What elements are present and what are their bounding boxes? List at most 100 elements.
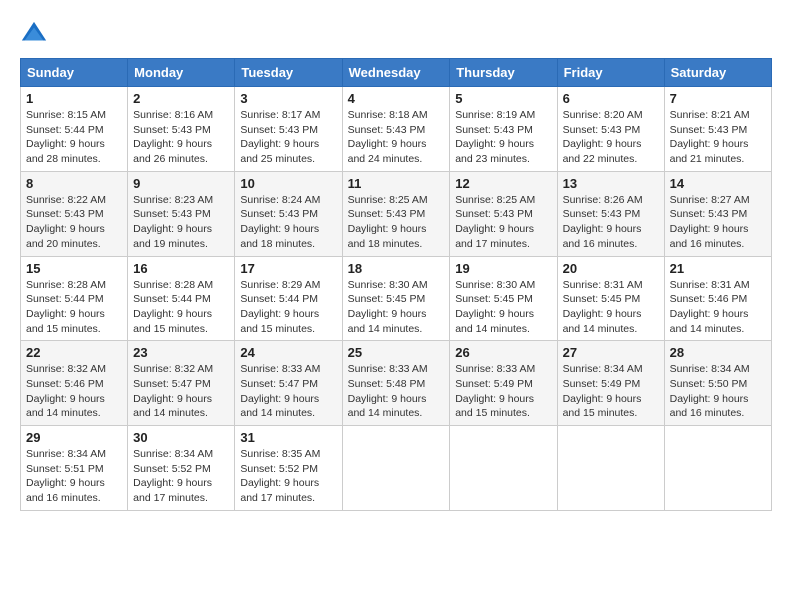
- sunrise-label: Sunrise:: [455, 363, 494, 375]
- sunrise-label: Sunrise:: [133, 279, 172, 291]
- day-detail: Sunrise: 8:25 AM Sunset: 5:43 PM Dayligh…: [455, 193, 551, 252]
- sunset-label: Sunset:: [240, 293, 276, 305]
- sunrise-label: Sunrise:: [455, 194, 494, 206]
- weekday-header-saturday: Saturday: [664, 59, 771, 87]
- calendar-cell: 5 Sunrise: 8:19 AM Sunset: 5:43 PM Dayli…: [450, 87, 557, 172]
- sunrise-label: Sunrise:: [26, 363, 65, 375]
- sunset-label: Sunset:: [240, 208, 276, 220]
- sunrise-label: Sunrise:: [670, 109, 709, 121]
- sunrise-label: Sunrise:: [133, 363, 172, 375]
- daylight-label: Daylight:: [670, 223, 714, 235]
- sunset-label: Sunset:: [455, 378, 491, 390]
- sunset-label: Sunset:: [26, 293, 62, 305]
- sunrise-label: Sunrise:: [455, 109, 494, 121]
- sunrise-label: Sunrise:: [26, 279, 65, 291]
- day-detail: Sunrise: 8:28 AM Sunset: 5:44 PM Dayligh…: [26, 278, 122, 337]
- sunrise-label: Sunrise:: [133, 109, 172, 121]
- day-detail: Sunrise: 8:34 AM Sunset: 5:51 PM Dayligh…: [26, 447, 122, 506]
- day-number: 21: [670, 261, 766, 276]
- weekday-header-wednesday: Wednesday: [342, 59, 450, 87]
- calendar-cell: [557, 426, 664, 511]
- sunrise-label: Sunrise:: [26, 109, 65, 121]
- day-number: 31: [240, 430, 336, 445]
- sunrise-label: Sunrise:: [563, 279, 602, 291]
- weekday-header-thursday: Thursday: [450, 59, 557, 87]
- sunset-label: Sunset:: [670, 378, 706, 390]
- daylight-label: Daylight:: [133, 223, 177, 235]
- daylight-label: Daylight:: [348, 393, 392, 405]
- day-number: 19: [455, 261, 551, 276]
- day-detail: Sunrise: 8:32 AM Sunset: 5:46 PM Dayligh…: [26, 362, 122, 421]
- day-detail: Sunrise: 8:32 AM Sunset: 5:47 PM Dayligh…: [133, 362, 229, 421]
- sunrise-label: Sunrise:: [26, 448, 65, 460]
- calendar-cell: 20 Sunrise: 8:31 AM Sunset: 5:45 PM Dayl…: [557, 256, 664, 341]
- daylight-label: Daylight:: [670, 138, 714, 150]
- weekday-header-friday: Friday: [557, 59, 664, 87]
- sunrise-label: Sunrise:: [563, 363, 602, 375]
- day-number: 1: [26, 91, 122, 106]
- calendar-cell: 13 Sunrise: 8:26 AM Sunset: 5:43 PM Dayl…: [557, 171, 664, 256]
- day-detail: Sunrise: 8:35 AM Sunset: 5:52 PM Dayligh…: [240, 447, 336, 506]
- calendar-cell: 22 Sunrise: 8:32 AM Sunset: 5:46 PM Dayl…: [21, 341, 128, 426]
- sunset-label: Sunset:: [670, 124, 706, 136]
- day-number: 26: [455, 345, 551, 360]
- sunset-label: Sunset:: [348, 208, 384, 220]
- day-number: 22: [26, 345, 122, 360]
- daylight-label: Daylight:: [26, 223, 70, 235]
- sunrise-label: Sunrise:: [670, 194, 709, 206]
- day-detail: Sunrise: 8:31 AM Sunset: 5:45 PM Dayligh…: [563, 278, 659, 337]
- day-number: 24: [240, 345, 336, 360]
- calendar-cell: 26 Sunrise: 8:33 AM Sunset: 5:49 PM Dayl…: [450, 341, 557, 426]
- day-number: 9: [133, 176, 229, 191]
- sunset-label: Sunset:: [348, 378, 384, 390]
- sunset-label: Sunset:: [455, 293, 491, 305]
- day-detail: Sunrise: 8:33 AM Sunset: 5:48 PM Dayligh…: [348, 362, 445, 421]
- daylight-label: Daylight:: [240, 138, 284, 150]
- week-row-2: 8 Sunrise: 8:22 AM Sunset: 5:43 PM Dayli…: [21, 171, 772, 256]
- sunset-label: Sunset:: [240, 463, 276, 475]
- calendar-cell: 8 Sunrise: 8:22 AM Sunset: 5:43 PM Dayli…: [21, 171, 128, 256]
- daylight-label: Daylight:: [240, 393, 284, 405]
- sunrise-label: Sunrise:: [240, 448, 279, 460]
- weekday-header-sunday: Sunday: [21, 59, 128, 87]
- day-number: 23: [133, 345, 229, 360]
- sunrise-label: Sunrise:: [240, 363, 279, 375]
- calendar-cell: 18 Sunrise: 8:30 AM Sunset: 5:45 PM Dayl…: [342, 256, 450, 341]
- sunrise-label: Sunrise:: [240, 194, 279, 206]
- day-detail: Sunrise: 8:26 AM Sunset: 5:43 PM Dayligh…: [563, 193, 659, 252]
- day-number: 12: [455, 176, 551, 191]
- daylight-label: Daylight:: [348, 223, 392, 235]
- sunrise-label: Sunrise:: [348, 279, 387, 291]
- calendar-cell: 14 Sunrise: 8:27 AM Sunset: 5:43 PM Dayl…: [664, 171, 771, 256]
- day-detail: Sunrise: 8:34 AM Sunset: 5:49 PM Dayligh…: [563, 362, 659, 421]
- daylight-label: Daylight:: [240, 223, 284, 235]
- day-number: 3: [240, 91, 336, 106]
- weekday-header-row: SundayMondayTuesdayWednesdayThursdayFrid…: [21, 59, 772, 87]
- daylight-label: Daylight:: [133, 393, 177, 405]
- daylight-label: Daylight:: [455, 393, 499, 405]
- day-detail: Sunrise: 8:29 AM Sunset: 5:44 PM Dayligh…: [240, 278, 336, 337]
- day-detail: Sunrise: 8:21 AM Sunset: 5:43 PM Dayligh…: [670, 108, 766, 167]
- daylight-label: Daylight:: [563, 308, 607, 320]
- calendar-cell: 6 Sunrise: 8:20 AM Sunset: 5:43 PM Dayli…: [557, 87, 664, 172]
- sunset-label: Sunset:: [563, 378, 599, 390]
- day-number: 7: [670, 91, 766, 106]
- calendar-cell: 31 Sunrise: 8:35 AM Sunset: 5:52 PM Dayl…: [235, 426, 342, 511]
- day-detail: Sunrise: 8:27 AM Sunset: 5:43 PM Dayligh…: [670, 193, 766, 252]
- sunrise-label: Sunrise:: [133, 448, 172, 460]
- sunset-label: Sunset:: [670, 293, 706, 305]
- day-number: 4: [348, 91, 445, 106]
- day-number: 29: [26, 430, 122, 445]
- sunrise-label: Sunrise:: [348, 109, 387, 121]
- day-detail: Sunrise: 8:34 AM Sunset: 5:50 PM Dayligh…: [670, 362, 766, 421]
- weekday-header-monday: Monday: [128, 59, 235, 87]
- calendar-cell: 1 Sunrise: 8:15 AM Sunset: 5:44 PM Dayli…: [21, 87, 128, 172]
- day-detail: Sunrise: 8:23 AM Sunset: 5:43 PM Dayligh…: [133, 193, 229, 252]
- sunset-label: Sunset:: [455, 124, 491, 136]
- calendar-cell: 9 Sunrise: 8:23 AM Sunset: 5:43 PM Dayli…: [128, 171, 235, 256]
- calendar-cell: 10 Sunrise: 8:24 AM Sunset: 5:43 PM Dayl…: [235, 171, 342, 256]
- sunset-label: Sunset:: [133, 124, 169, 136]
- sunrise-label: Sunrise:: [348, 194, 387, 206]
- daylight-label: Daylight:: [240, 308, 284, 320]
- sunset-label: Sunset:: [348, 124, 384, 136]
